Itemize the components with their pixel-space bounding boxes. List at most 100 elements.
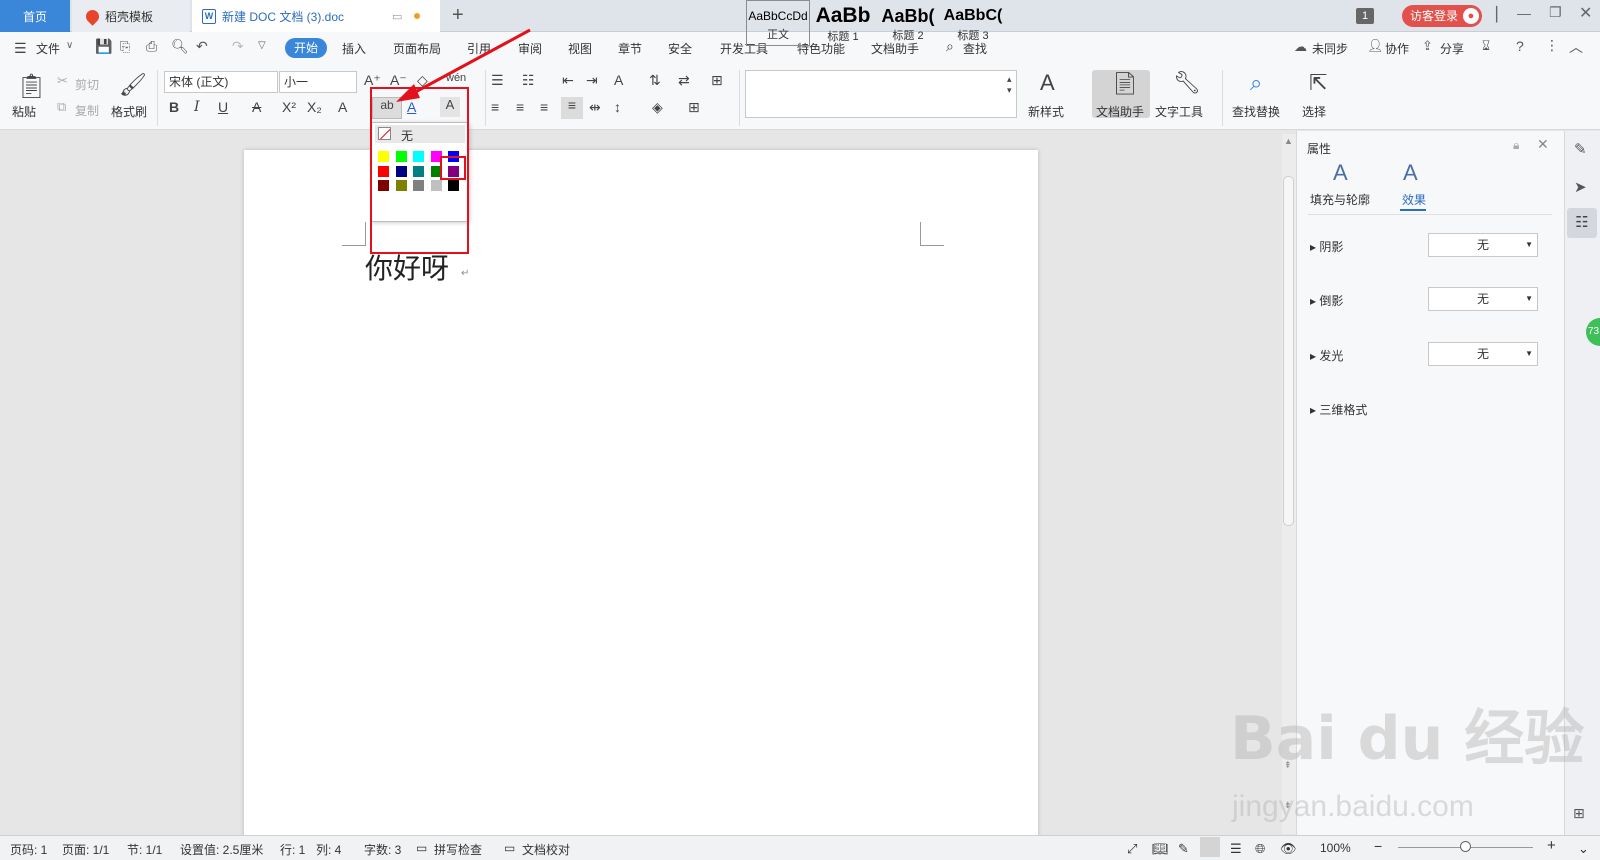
page-view-icon[interactable] — [1200, 837, 1220, 857]
skin-icon[interactable]: ▏ — [1496, 6, 1507, 23]
font-size-select[interactable]: 小一 — [279, 71, 357, 93]
outline-view-icon[interactable]: ☰ — [1230, 841, 1242, 857]
shading-icon[interactable]: ◈ — [652, 99, 663, 116]
paste-icon[interactable]: 📋︎ — [16, 72, 46, 101]
menu-start[interactable]: 开始 — [285, 38, 327, 58]
properties-icon[interactable]: ☷ — [1567, 208, 1597, 238]
collab-button[interactable]: 协作 — [1385, 40, 1409, 57]
sync-status[interactable]: 未同步 — [1312, 40, 1348, 57]
increase-indent-icon[interactable]: ⇥ — [586, 72, 598, 89]
table-icon[interactable]: ⊞ — [711, 72, 723, 89]
more-icon[interactable]: ⋮ — [1545, 37, 1559, 54]
shadow-row[interactable]: ▸ 阴影 — [1310, 238, 1343, 255]
paste-button[interactable]: 粘贴 — [12, 103, 36, 120]
fullscreen-icon[interactable]: ⤢ — [1127, 841, 1137, 857]
status-page-num[interactable]: 页码: 1 — [10, 841, 47, 858]
undo-icon[interactable]: ↶ — [196, 38, 208, 55]
save-icon[interactable]: 💾 — [95, 38, 112, 55]
copy-icon[interactable]: ⧉ — [57, 99, 66, 115]
menu-view[interactable]: 视图 — [568, 40, 592, 57]
menu-file[interactable]: 文件 — [36, 40, 60, 57]
status-setting[interactable]: 设置值: 2.5厘米 — [180, 841, 263, 858]
help-icon[interactable]: ? — [1516, 38, 1524, 54]
shadow-select[interactable]: 无 ▼ — [1428, 233, 1538, 257]
fill-outline-icon[interactable]: A — [1333, 160, 1348, 186]
cursor-icon[interactable]: ➤ — [1574, 178, 1587, 196]
login-button[interactable]: 访客登录 ● — [1402, 5, 1482, 27]
menu-security[interactable]: 安全 — [668, 40, 692, 57]
format-painter-icon[interactable]: 🖌︎ — [119, 72, 147, 98]
read-mode-icon[interactable]: 📖︎ — [1152, 841, 1169, 857]
status-section[interactable]: 节: 1/1 — [127, 841, 162, 858]
subscript-icon[interactable]: X₂ — [307, 99, 322, 115]
tab-fill-outline[interactable]: 填充与轮廓 — [1310, 191, 1370, 208]
format-painter-button[interactable]: 格式刷 — [111, 103, 147, 120]
panel-title[interactable]: 属性 — [1307, 140, 1331, 157]
scrollbar-thumb[interactable] — [1283, 176, 1294, 526]
style-heading-1[interactable]: AaBb 标题 1 — [811, 0, 875, 46]
underline-icon[interactable]: U — [218, 99, 228, 115]
strikethrough-icon[interactable]: A — [252, 99, 261, 115]
window-count-badge[interactable]: 1 — [1356, 8, 1374, 24]
zoom-slider-thumb[interactable] — [1460, 841, 1471, 852]
quick-access-dropdown-icon[interactable]: ▽ — [258, 40, 266, 51]
text-effect-icon[interactable]: A — [338, 99, 347, 115]
align-right-icon[interactable]: ≡ — [540, 99, 548, 115]
export-pdf-icon[interactable]: ⎘ — [120, 39, 130, 55]
proof-button[interactable]: 文档校对 — [522, 841, 570, 858]
history-icon[interactable]: ⌛︎ — [1482, 38, 1490, 54]
find-replace-icon[interactable]: ⌕ — [1250, 70, 1262, 96]
web-view-icon[interactable]: 🌐︎ — [1255, 841, 1265, 857]
zoom-level[interactable]: 100% — [1320, 841, 1351, 855]
status-pages[interactable]: 页面: 1/1 — [62, 841, 109, 858]
menu-chapter[interactable]: 章节 — [618, 40, 642, 57]
reflection-row[interactable]: ▸ 倒影 — [1310, 292, 1343, 309]
style-heading-2[interactable]: AaBb(标题 2 — [876, 0, 940, 46]
justify-icon[interactable]: ≡ — [561, 97, 583, 119]
show-marks-icon[interactable]: ⇄ — [678, 72, 690, 89]
select-icon[interactable]: ⇱ — [1309, 70, 1327, 96]
write-mode-icon[interactable]: ✎ — [1178, 841, 1189, 857]
status-words[interactable]: 字数: 3 — [364, 841, 401, 858]
share-button[interactable]: 分享 — [1440, 40, 1464, 57]
style-heading-3[interactable]: AaBbC(标题 3 — [941, 0, 1005, 46]
minimize-button[interactable]: — — [1517, 5, 1531, 21]
superscript-icon[interactable]: X² — [282, 99, 296, 115]
print-icon[interactable]: ⎙ — [146, 38, 157, 55]
cut-button[interactable]: 剪切 — [75, 76, 99, 93]
gallery-scroll-icon[interactable]: ▴ ▾ — [1007, 74, 1012, 96]
close-button[interactable]: ✕ — [1579, 3, 1592, 23]
redo-icon[interactable]: ↷ — [232, 38, 244, 55]
tab-template[interactable]: 稻壳模板 — [72, 0, 190, 32]
monitor-icon[interactable]: ▭ — [392, 10, 402, 23]
italic-icon[interactable]: I — [194, 99, 200, 115]
spell-check-button[interactable]: 拼写检查 — [434, 841, 482, 858]
menu-insert[interactable]: 插入 — [342, 40, 366, 57]
effect-icon[interactable]: A — [1403, 160, 1418, 186]
chevron-down-icon[interactable]: ∨ — [66, 40, 73, 51]
sort-icon[interactable]: ⇅ — [649, 72, 661, 89]
select-button[interactable]: 选择 — [1302, 103, 1326, 120]
find-replace-button[interactable]: 查找替换 — [1232, 103, 1280, 120]
glow-select[interactable]: 无 ▼ — [1428, 342, 1538, 366]
bold-icon[interactable]: B — [169, 99, 179, 115]
pen-icon[interactable]: ✎ — [1574, 140, 1587, 158]
line-spacing-icon[interactable]: ↕ — [614, 99, 621, 115]
3d-format-row[interactable]: ▸ 三维格式 — [1310, 401, 1367, 418]
new-style-icon[interactable]: A — [1040, 70, 1055, 96]
copy-button[interactable]: 复制 — [75, 102, 99, 119]
chinese-layout-icon[interactable]: A — [614, 72, 623, 88]
tab-effect[interactable]: 效果 — [1402, 191, 1426, 208]
hamburger-icon[interactable]: ☰ — [14, 40, 27, 57]
reflection-select[interactable]: 无 ▼ — [1428, 287, 1538, 311]
wrench-icon[interactable]: 🔧︎ — [1173, 70, 1201, 96]
glow-row[interactable]: ▸ 发光 — [1310, 347, 1343, 364]
style-normal[interactable]: AaBbCcDd 正文 — [746, 0, 810, 46]
apps-icon[interactable]: ⊞ — [1573, 805, 1585, 822]
text-tool-button[interactable]: 文字工具 — [1155, 103, 1203, 120]
font-name-select[interactable]: 宋体 (正文) — [164, 71, 278, 93]
distribute-icon[interactable]: ⇹ — [589, 99, 601, 116]
collapse-ribbon-icon[interactable]: ︿ — [1569, 37, 1583, 57]
status-more-icon[interactable]: ⌄ — [1578, 841, 1589, 857]
document-page[interactable] — [244, 150, 1038, 840]
